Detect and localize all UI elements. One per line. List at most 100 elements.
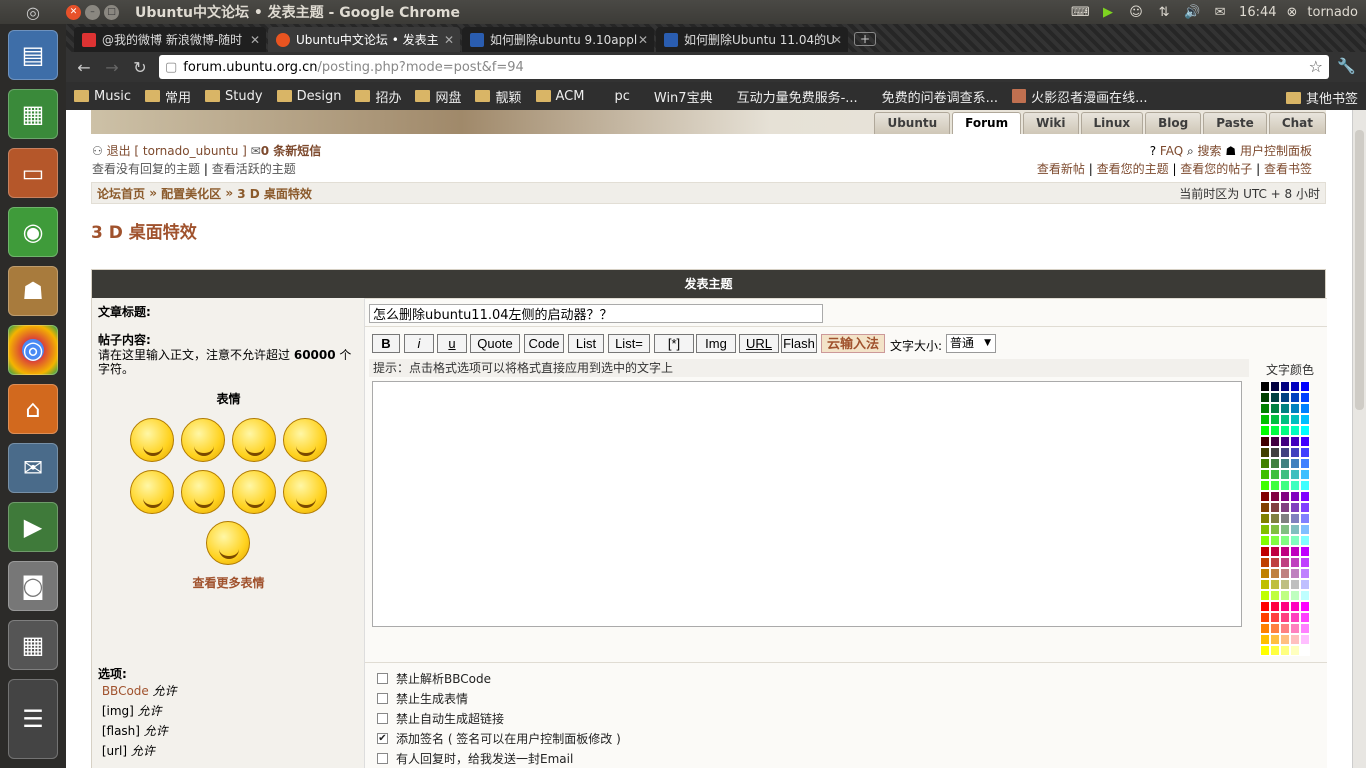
color-swatch[interactable] — [1260, 634, 1270, 645]
color-swatch[interactable] — [1280, 469, 1290, 480]
close-tab-icon[interactable]: ✕ — [832, 33, 842, 47]
color-swatch[interactable] — [1280, 381, 1290, 392]
new-tab-button[interactable]: + — [854, 32, 876, 46]
color-swatch[interactable] — [1270, 535, 1280, 546]
color-swatch[interactable] — [1270, 590, 1280, 601]
color-swatch[interactable] — [1280, 535, 1290, 546]
message-textarea[interactable] — [372, 381, 1242, 627]
color-swatch[interactable] — [1270, 524, 1280, 535]
color-swatch[interactable] — [1260, 645, 1270, 656]
tab-ubuntu-forum[interactable]: Ubuntu中文论坛 • 发表主 ✕ — [268, 27, 460, 52]
color-swatch[interactable] — [1280, 513, 1290, 524]
color-swatch[interactable] — [1270, 381, 1280, 392]
bookmarks-link[interactable]: 查看书签 — [1264, 162, 1312, 176]
img-button[interactable]: Img — [696, 334, 736, 353]
nav-tab-blog[interactable]: Blog — [1145, 112, 1202, 134]
color-swatch[interactable] — [1280, 579, 1290, 590]
bookmark-folder[interactable]: 网盘 — [415, 87, 461, 106]
color-swatch[interactable] — [1280, 403, 1290, 414]
color-swatch[interactable] — [1260, 502, 1270, 513]
url-button[interactable]: URL — [739, 334, 779, 353]
color-swatch[interactable] — [1260, 425, 1270, 436]
workspace-switcher-icon[interactable]: ▦ — [8, 620, 58, 670]
calc-icon[interactable]: ▦ — [8, 89, 58, 139]
ucp-link[interactable]: 用户控制面板 — [1240, 144, 1312, 158]
color-swatch[interactable] — [1260, 458, 1270, 469]
smiley-icon[interactable] — [232, 418, 276, 462]
color-swatch[interactable] — [1280, 634, 1290, 645]
color-swatch[interactable] — [1280, 590, 1290, 601]
color-swatch[interactable] — [1300, 568, 1310, 579]
bold-button[interactable]: B — [372, 334, 400, 353]
nav-tab-paste[interactable]: Paste — [1203, 112, 1267, 134]
color-swatch[interactable] — [1260, 612, 1270, 623]
new-posts-link[interactable]: 查看新帖 — [1037, 162, 1085, 176]
color-swatch[interactable] — [1290, 546, 1300, 557]
checkbox[interactable] — [377, 673, 388, 684]
color-swatch[interactable] — [1290, 590, 1300, 601]
color-swatch[interactable] — [1290, 568, 1300, 579]
color-swatch[interactable] — [1280, 414, 1290, 425]
network-icon[interactable]: ⇅ — [1155, 5, 1173, 20]
color-swatch[interactable] — [1300, 491, 1310, 502]
tab-baidu-2[interactable]: 如何删除Ubuntu 11.04的U ✕ — [656, 27, 848, 52]
breadcrumb-home[interactable]: 论坛首页 — [97, 185, 145, 202]
color-swatch[interactable] — [1280, 623, 1290, 634]
bookmark-link[interactable]: 免费的问卷调查系... — [882, 87, 998, 106]
color-swatch[interactable] — [1290, 513, 1300, 524]
maximize-window-button[interactable]: □ — [104, 4, 119, 20]
color-swatch[interactable] — [1300, 458, 1310, 469]
smiley-icon[interactable] — [181, 470, 225, 514]
color-swatch[interactable] — [1290, 491, 1300, 502]
more-smilies-link[interactable]: 查看更多表情 — [92, 574, 365, 591]
color-swatch[interactable] — [1290, 469, 1300, 480]
color-swatch[interactable] — [1260, 436, 1270, 447]
page-scrollbar[interactable] — [1352, 110, 1366, 768]
color-swatch[interactable] — [1290, 480, 1300, 491]
option-disable-bbcode[interactable]: 禁止解析BBCode — [377, 670, 491, 687]
color-swatch[interactable] — [1270, 623, 1280, 634]
color-swatch[interactable] — [1290, 414, 1300, 425]
user-name[interactable]: tornado — [1307, 5, 1358, 20]
color-swatch[interactable] — [1270, 601, 1280, 612]
power-icon[interactable]: ⊗ — [1287, 5, 1298, 20]
close-tab-icon[interactable]: ✕ — [444, 33, 454, 47]
bookmark-folder[interactable]: 常用 — [145, 87, 191, 106]
nav-tab-ubuntu[interactable]: Ubuntu — [874, 112, 951, 134]
keyboard-icon[interactable]: ⌨ — [1071, 5, 1090, 20]
color-swatch[interactable] — [1290, 579, 1300, 590]
color-swatch[interactable] — [1260, 392, 1270, 403]
color-swatch[interactable] — [1300, 392, 1310, 403]
color-swatch[interactable] — [1300, 557, 1310, 568]
color-swatch[interactable] — [1300, 414, 1310, 425]
your-topics-link[interactable]: 查看您的主题 — [1097, 162, 1169, 176]
color-swatch[interactable] — [1260, 546, 1270, 557]
flash-button[interactable]: Flash — [781, 334, 817, 353]
color-swatch[interactable] — [1290, 524, 1300, 535]
color-swatch[interactable] — [1280, 458, 1290, 469]
color-swatch[interactable] — [1290, 447, 1300, 458]
color-swatch[interactable] — [1300, 579, 1310, 590]
color-swatch[interactable] — [1260, 623, 1270, 634]
smiley-icon[interactable] — [130, 418, 174, 462]
smiley-icon[interactable] — [232, 470, 276, 514]
cloud-ime-button[interactable]: 云输入法 — [821, 334, 885, 353]
wrench-menu-icon[interactable]: 🔧 — [1337, 57, 1356, 75]
color-swatch[interactable] — [1280, 502, 1290, 513]
color-swatch[interactable] — [1260, 535, 1270, 546]
color-swatch[interactable] — [1290, 436, 1300, 447]
color-swatch[interactable] — [1260, 480, 1270, 491]
breadcrumb-forum[interactable]: 3 D 桌面特效 — [237, 185, 312, 202]
color-swatch[interactable] — [1300, 634, 1310, 645]
color-swatch[interactable] — [1280, 436, 1290, 447]
color-swatch[interactable] — [1300, 612, 1310, 623]
bookmark-folder[interactable]: 靓颖 — [475, 87, 522, 106]
ubuntu-one-icon[interactable]: ◉ — [8, 207, 58, 257]
color-swatch[interactable] — [1260, 414, 1270, 425]
quote-button[interactable]: Quote — [470, 334, 520, 353]
color-swatch[interactable] — [1280, 480, 1290, 491]
bookmark-star-icon[interactable]: ☆ — [1309, 57, 1323, 76]
bookmark-link[interactable]: 互动力量免费服务-... — [737, 87, 858, 106]
underline-button[interactable]: u — [437, 334, 467, 353]
option-disable-autolinks[interactable]: 禁止自动生成超链接 — [377, 710, 504, 727]
